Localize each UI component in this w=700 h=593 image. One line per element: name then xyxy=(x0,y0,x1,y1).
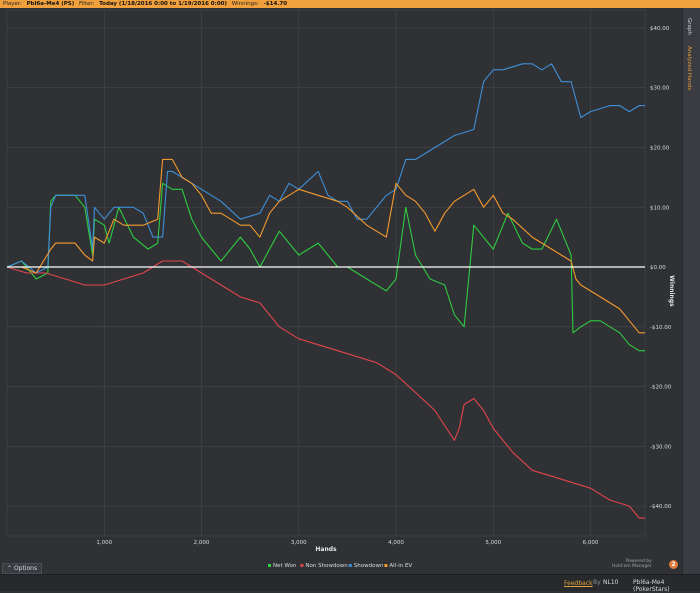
product-name: Hold'em Manager xyxy=(612,564,652,569)
side-tab-bar: Graph Analyzed Hands xyxy=(682,8,700,574)
tab-analyzed-hands[interactable]: Analyzed Hands xyxy=(686,46,692,90)
y-tick-label: $10.00 xyxy=(650,205,670,211)
y-tick-label: $40.00 xyxy=(650,26,670,32)
y-tick-label: -$10.00 xyxy=(650,325,672,331)
legend-label: Non Showdown xyxy=(305,563,348,569)
y-tick-label: -$20.00 xyxy=(650,385,672,391)
y-tick-label: -$40.00 xyxy=(650,504,672,510)
y-tick-labels: $40.00 $30.00 $20.00 $10.00 $0.00 -$10.00 -$20… xyxy=(650,26,672,510)
legend: Net Won Non Showdown Showdown All-in EV xyxy=(268,563,412,569)
y-tick-label: $30.00 xyxy=(650,86,670,92)
status-bar: Feedback By NL10 Pbl6a-Me4 (PokerStars) xyxy=(0,574,700,593)
player-status[interactable]: Pbl6a-Me4 (PokerStars) xyxy=(633,579,700,593)
y-tick-label: $20.00 xyxy=(650,145,670,151)
y-tick-label: $0.00 xyxy=(650,265,666,271)
player-value[interactable]: Pbl6a-Me4 (PS) xyxy=(27,1,75,7)
legend-swatch xyxy=(268,564,271,567)
x-tick-label: 6,000 xyxy=(583,540,599,546)
filter-bar: Player: Pbl6a-Me4 (PS) Filter: Today (1/… xyxy=(0,0,700,8)
y-axis-label: Winnings xyxy=(668,275,675,307)
winnings-value: -$14.70 xyxy=(263,1,288,7)
x-tick-label: 1,000 xyxy=(96,540,112,546)
x-tick-labels: 1,000 2,000 3,000 4,000 5,000 6,000 xyxy=(96,540,599,546)
legend-label: Net Won xyxy=(273,563,297,569)
x-tick-label: 2,000 xyxy=(194,540,210,546)
legend-label: Showdown xyxy=(354,563,384,569)
options-button[interactable]: ⌃ Options xyxy=(2,563,43,574)
legend-swatch xyxy=(300,564,304,567)
tab-graph[interactable]: Graph xyxy=(686,18,692,35)
options-label: Options xyxy=(13,565,38,572)
x-tick-label: 4,000 xyxy=(388,540,404,546)
stake-label[interactable]: NL10 xyxy=(603,579,618,586)
status-separator: By xyxy=(593,579,601,586)
x-tick-label: 5,000 xyxy=(485,540,501,546)
y-tick-label: -$30.00 xyxy=(650,444,672,450)
product-badge-icon: 2 xyxy=(669,560,678,569)
x-axis-label: Hands xyxy=(315,546,337,553)
feedback-link[interactable]: Feedback xyxy=(564,580,593,587)
x-tick-label: 3,000 xyxy=(291,540,307,546)
legend-label: All-in EV xyxy=(389,563,412,569)
filter-label: Filter: xyxy=(79,1,95,7)
product-logo: Powered by Hold'em Manager xyxy=(612,559,652,569)
legend-swatch xyxy=(348,564,352,567)
winnings-label: Winnings: xyxy=(231,1,259,7)
legend-swatch xyxy=(384,564,388,567)
player-label: Player: xyxy=(3,1,22,7)
filter-value[interactable]: Today (1/18/2016 0:00 to 1/19/2016 0:00) xyxy=(99,1,227,7)
options-arrow-icon: ⌃ xyxy=(7,565,14,572)
winnings-chart: $40.00 $30.00 $20.00 $10.00 $0.00 -$10.00 -$20… xyxy=(6,9,675,569)
plot-area xyxy=(6,9,646,537)
